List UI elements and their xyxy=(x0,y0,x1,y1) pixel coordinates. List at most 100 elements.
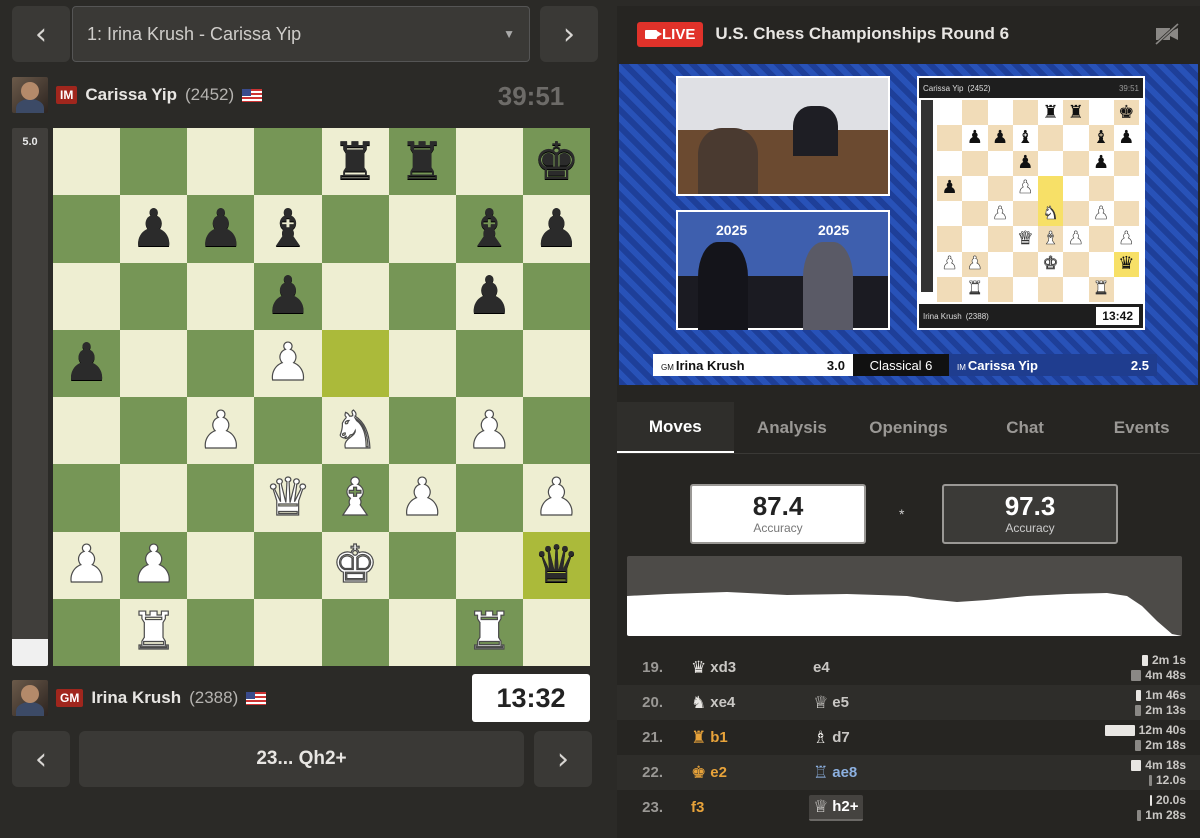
square-d2[interactable] xyxy=(254,531,322,599)
square-g8[interactable] xyxy=(455,128,523,196)
white-rook-icon[interactable]: ♜ xyxy=(465,606,513,659)
square-f7[interactable] xyxy=(388,195,456,263)
black-bishop-icon[interactable]: ♝ xyxy=(466,203,513,255)
black-pawn-icon[interactable]: ♟ xyxy=(198,203,245,255)
square-c3[interactable] xyxy=(187,464,255,532)
square-c4[interactable]: ♟ xyxy=(187,397,255,465)
square-h3[interactable]: ♟ xyxy=(522,464,590,532)
square-g2[interactable] xyxy=(455,531,523,599)
square-h2[interactable]: ♛ xyxy=(522,531,590,599)
black-rook-icon[interactable]: ♜ xyxy=(332,136,379,188)
black-move[interactable]: ♕ h2+ xyxy=(809,794,863,821)
tab-analysis[interactable]: Analysis xyxy=(734,402,851,453)
square-c2[interactable] xyxy=(187,531,255,599)
square-b5[interactable] xyxy=(120,329,188,397)
white-move[interactable]: ♜ b1 xyxy=(691,728,728,748)
square-f1[interactable] xyxy=(388,598,456,666)
live-video[interactable]: 2025 2025 Carissa Yip (2452) 39:51 ♜ ♜ ♚ ♟ ♟… xyxy=(619,64,1198,385)
square-h1[interactable] xyxy=(522,598,590,666)
white-pawn-icon[interactable]: ♟ xyxy=(264,337,312,390)
white-pawn-icon[interactable]: ♟ xyxy=(197,404,245,457)
black-pawn-icon[interactable]: ♟ xyxy=(533,203,580,255)
square-e5[interactable] xyxy=(321,329,389,397)
square-g3[interactable] xyxy=(455,464,523,532)
square-h4[interactable] xyxy=(522,397,590,465)
black-rook-icon[interactable]: ♜ xyxy=(399,136,446,188)
square-c5[interactable] xyxy=(187,329,255,397)
square-d8[interactable] xyxy=(254,128,322,196)
square-e6[interactable] xyxy=(321,262,389,330)
white-pawn-icon[interactable]: ♟ xyxy=(63,539,111,592)
square-g4[interactable]: ♟ xyxy=(455,397,523,465)
tab-openings[interactable]: Openings xyxy=(850,402,967,453)
white-pawn-icon[interactable]: ♟ xyxy=(398,471,446,524)
black-pawn-icon[interactable]: ♟ xyxy=(130,203,177,255)
tab-chat[interactable]: Chat xyxy=(967,402,1084,453)
square-d1[interactable] xyxy=(254,598,322,666)
square-b6[interactable] xyxy=(120,262,188,330)
black-move[interactable]: ♖ ae8 xyxy=(809,761,861,785)
square-c1[interactable] xyxy=(187,598,255,666)
white-move[interactable]: ♞ xe4 xyxy=(691,693,735,713)
square-c8[interactable] xyxy=(187,128,255,196)
square-a1[interactable] xyxy=(53,598,121,666)
square-a8[interactable] xyxy=(53,128,121,196)
square-e2[interactable]: ♚ xyxy=(321,531,389,599)
white-pawn-icon[interactable]: ♟ xyxy=(130,539,178,592)
square-h7[interactable]: ♟ xyxy=(522,195,590,263)
player-name[interactable]: Irina Krush xyxy=(91,688,181,708)
square-f6[interactable] xyxy=(388,262,456,330)
square-g7[interactable]: ♝ xyxy=(455,195,523,263)
square-a3[interactable] xyxy=(53,464,121,532)
white-king-icon[interactable]: ♚ xyxy=(331,539,379,592)
white-pawn-icon[interactable]: ♟ xyxy=(533,471,581,524)
white-queen-icon[interactable]: ♛ xyxy=(264,471,312,524)
square-g5[interactable] xyxy=(455,329,523,397)
black-pawn-icon[interactable]: ♟ xyxy=(466,270,513,322)
square-e3[interactable]: ♝ xyxy=(321,464,389,532)
square-d5[interactable]: ♟ xyxy=(254,329,322,397)
white-move[interactable]: ♛ xd3 xyxy=(691,658,736,678)
square-e1[interactable] xyxy=(321,598,389,666)
black-king-icon[interactable]: ♚ xyxy=(533,136,580,188)
square-f8[interactable]: ♜ xyxy=(388,128,456,196)
square-g6[interactable]: ♟ xyxy=(455,262,523,330)
video-off-icon[interactable] xyxy=(1154,22,1180,46)
square-b8[interactable] xyxy=(120,128,188,196)
square-d3[interactable]: ♛ xyxy=(254,464,322,532)
next-game-button[interactable]: › xyxy=(540,6,598,62)
square-b7[interactable]: ♟ xyxy=(120,195,188,263)
square-a2[interactable]: ♟ xyxy=(53,531,121,599)
square-b1[interactable]: ♜ xyxy=(120,598,188,666)
white-knight-icon[interactable]: ♞ xyxy=(331,404,379,457)
square-h6[interactable] xyxy=(522,262,590,330)
white-bishop-icon[interactable]: ♝ xyxy=(331,471,379,524)
square-d7[interactable]: ♝ xyxy=(254,195,322,263)
square-b4[interactable] xyxy=(120,397,188,465)
chess-board[interactable]: ♜ ♜ ♚ ♟ ♟ ♝ ♝ ♟ ♟ ♟ ♟ ♟ ♟ ♞ ♟ ♛ ♝ ♟ ♟ ♟ ♟ ♚ ♛ ♜ ♜ xyxy=(53,128,590,666)
white-move[interactable]: f3 xyxy=(691,799,704,816)
tab-moves[interactable]: Moves xyxy=(617,402,734,453)
white-pawn-icon[interactable]: ♟ xyxy=(465,404,513,457)
square-c7[interactable]: ♟ xyxy=(187,195,255,263)
game-select[interactable]: 1: Irina Krush - Carissa Yip ▼ xyxy=(72,6,530,62)
square-e8[interactable]: ♜ xyxy=(321,128,389,196)
square-f3[interactable]: ♟ xyxy=(388,464,456,532)
square-g1[interactable]: ♜ xyxy=(455,598,523,666)
black-move[interactable]: ♗ d7 xyxy=(809,726,854,750)
square-a7[interactable] xyxy=(53,195,121,263)
square-b2[interactable]: ♟ xyxy=(120,531,188,599)
white-move[interactable]: ♚ e2 xyxy=(691,763,727,783)
tab-events[interactable]: Events xyxy=(1083,402,1200,453)
current-move-display[interactable]: 23... Qh2+ xyxy=(79,731,524,787)
square-h8[interactable]: ♚ xyxy=(522,128,590,196)
black-pawn-icon[interactable]: ♟ xyxy=(63,337,110,389)
square-d4[interactable] xyxy=(254,397,322,465)
square-f4[interactable] xyxy=(388,397,456,465)
square-a5[interactable]: ♟ xyxy=(53,329,121,397)
black-move[interactable]: ♕ e5 xyxy=(809,691,853,715)
black-queen-icon[interactable]: ♛ xyxy=(533,539,580,591)
square-d6[interactable]: ♟ xyxy=(254,262,322,330)
black-move[interactable]: e4 xyxy=(809,657,834,678)
black-pawn-icon[interactable]: ♟ xyxy=(265,270,312,322)
